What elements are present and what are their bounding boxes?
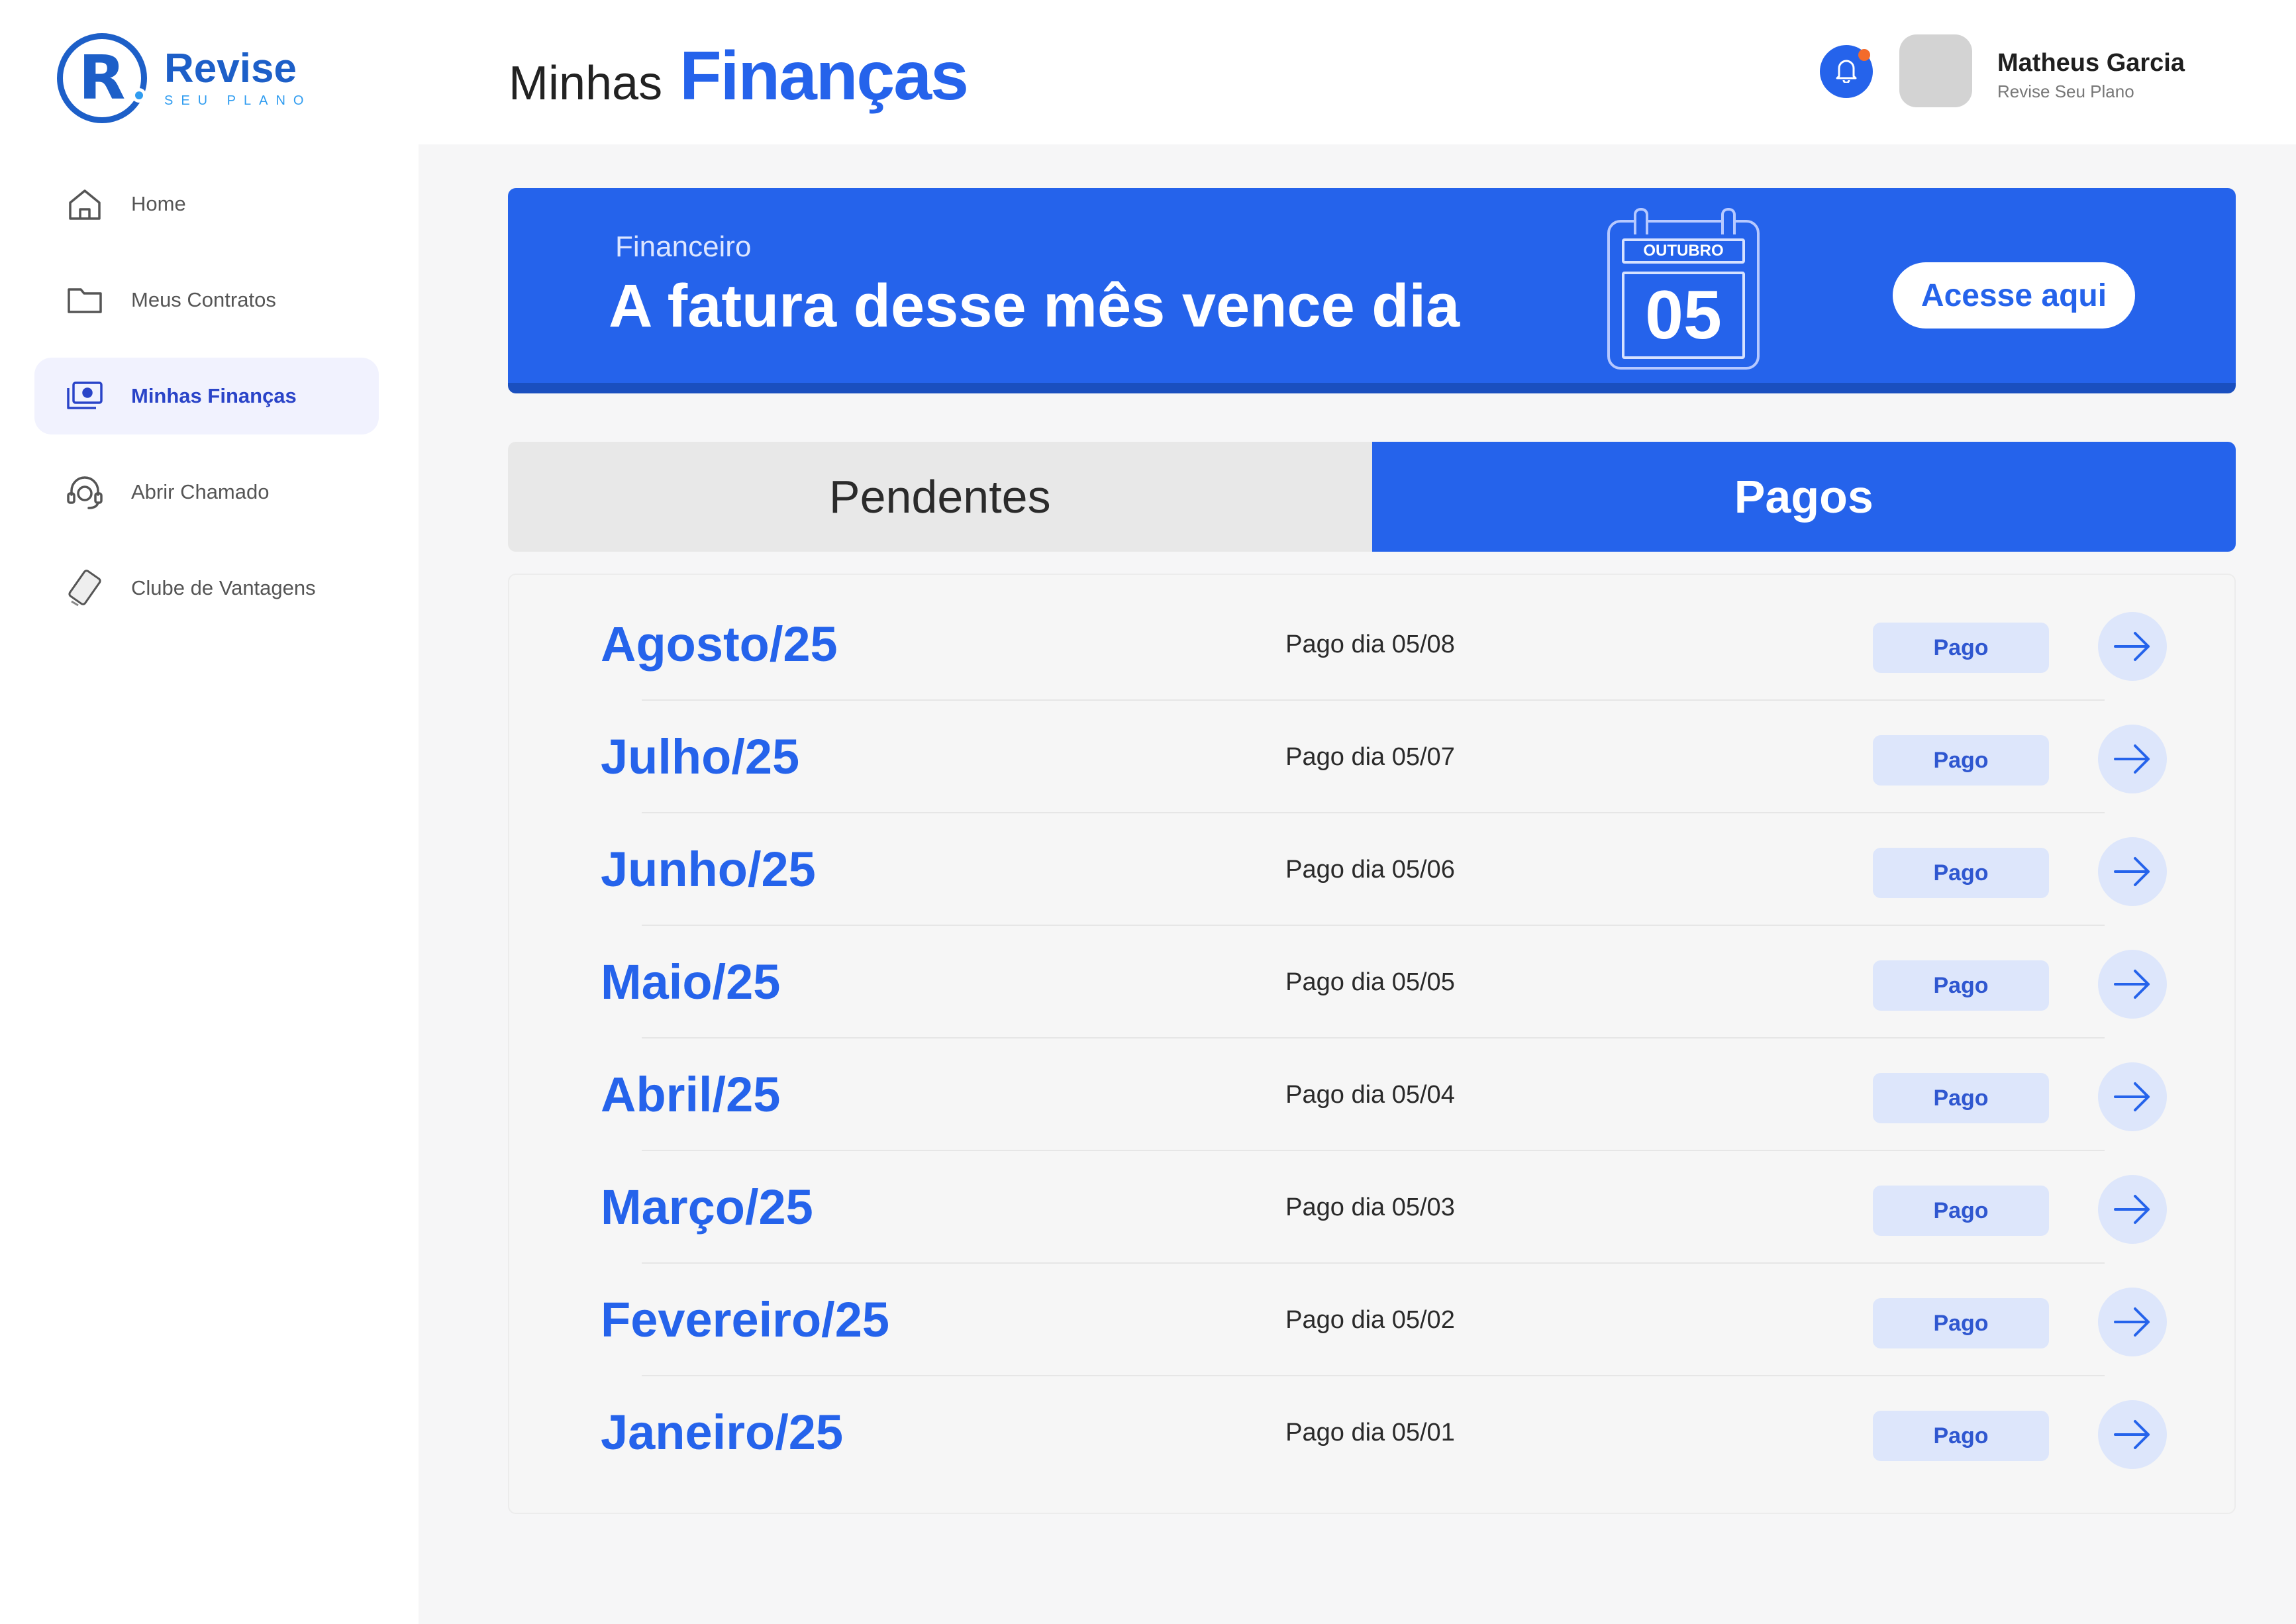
- sidebar: R Revise SEU PLANO Home Meus Contratos M…: [0, 0, 419, 1624]
- sidebar-item-ticket[interactable]: Abrir Chamado: [34, 454, 379, 531]
- avatar[interactable]: [1899, 34, 1972, 107]
- list-item[interactable]: Julho/25 Pago dia 05/07 Pago: [509, 701, 2237, 813]
- payment-month: Março/25: [601, 1180, 813, 1235]
- logo-name: Revise: [164, 45, 297, 91]
- arrow-right-icon: [2114, 857, 2150, 886]
- logo-mark-icon: R: [57, 33, 147, 123]
- list-item[interactable]: Agosto/25 Pago dia 05/08 Pago: [509, 588, 2237, 701]
- arrow-right-icon: [2114, 1195, 2150, 1224]
- user-info[interactable]: Matheus Garcia Revise Seu Plano: [1997, 49, 2185, 102]
- top-header: Minhas Finanças Matheus Garcia Revise Se…: [419, 0, 2296, 144]
- folder-icon: [65, 280, 105, 320]
- open-payment-button[interactable]: [2098, 1175, 2167, 1244]
- calendar-day: 05: [1622, 272, 1745, 359]
- status-badge: Pago: [1873, 1298, 2049, 1348]
- list-item[interactable]: Maio/25 Pago dia 05/05 Pago: [509, 926, 2237, 1039]
- arrow-right-icon: [2114, 744, 2150, 774]
- payment-month: Janeiro/25: [601, 1405, 844, 1460]
- page-title-bold: Finanças: [679, 38, 969, 115]
- payment-month: Agosto/25: [601, 617, 838, 672]
- notification-button[interactable]: [1820, 45, 1873, 98]
- headset-icon: [65, 472, 105, 512]
- payment-date: Pago dia 05/01: [1285, 1419, 1455, 1446]
- calendar-month: OUTUBRO: [1622, 238, 1745, 264]
- arrow-right-icon: [2114, 1082, 2150, 1111]
- open-payment-button[interactable]: [2098, 725, 2167, 793]
- status-badge: Pago: [1873, 1186, 2049, 1236]
- status-badge: Pago: [1873, 623, 2049, 673]
- arrow-right-icon: [2114, 1307, 2150, 1337]
- payment-date: Pago dia 05/02: [1285, 1306, 1455, 1334]
- calendar-icon: OUTUBRO 05: [1607, 208, 1760, 370]
- payment-month: Abril/25: [601, 1067, 781, 1122]
- payment-month: Julho/25: [601, 729, 800, 784]
- arrow-right-icon: [2114, 1420, 2150, 1449]
- page-title-light: Minhas: [509, 57, 663, 110]
- list-item[interactable]: Março/25 Pago dia 05/03 Pago: [509, 1151, 2237, 1264]
- banner-headline: A fatura desse mês vence dia: [609, 272, 1460, 340]
- sidebar-item-label: Home: [131, 192, 186, 215]
- home-icon: [65, 184, 105, 224]
- banner-category: Financeiro: [615, 230, 752, 263]
- sidebar-item-home[interactable]: Home: [34, 166, 379, 242]
- user-subtitle: Revise Seu Plano: [1997, 81, 2134, 101]
- open-payment-button[interactable]: [2098, 837, 2167, 906]
- status-badge: Pago: [1873, 735, 2049, 786]
- notification-badge: [1858, 49, 1870, 61]
- payment-month: Fevereiro/25: [601, 1292, 890, 1347]
- sidebar-item-label: Meus Contratos: [131, 288, 276, 311]
- sidebar-item-contracts[interactable]: Meus Contratos: [34, 262, 379, 338]
- logo-text: Revise SEU PLANO: [164, 48, 311, 109]
- logo-tagline: SEU PLANO: [164, 93, 312, 108]
- logo[interactable]: R Revise SEU PLANO: [57, 33, 311, 123]
- tab-paid[interactable]: Pagos: [1372, 442, 2236, 552]
- payment-month: Junho/25: [601, 842, 816, 897]
- tab-pending[interactable]: Pendentes: [508, 442, 1372, 552]
- money-icon: [65, 376, 105, 416]
- payment-date: Pago dia 05/07: [1285, 743, 1455, 771]
- payment-date: Pago dia 05/06: [1285, 856, 1455, 884]
- sidebar-item-benefits[interactable]: Clube de Vantagens: [34, 550, 379, 627]
- payment-month: Maio/25: [601, 954, 781, 1009]
- sidebar-item-finances[interactable]: Minhas Finanças: [34, 358, 379, 434]
- calendar-ring: [1721, 208, 1736, 234]
- payment-date: Pago dia 05/04: [1285, 1081, 1455, 1109]
- status-badge: Pago: [1873, 1073, 2049, 1123]
- access-button[interactable]: Acesse aqui: [1893, 262, 2135, 329]
- status-tabs: Pendentes Pagos: [508, 442, 2236, 552]
- open-payment-button[interactable]: [2098, 1288, 2167, 1356]
- status-badge: Pago: [1873, 848, 2049, 898]
- list-item[interactable]: Fevereiro/25 Pago dia 05/02 Pago: [509, 1264, 2237, 1376]
- app-root: R Revise SEU PLANO Home Meus Contratos M…: [0, 0, 2296, 1624]
- card-icon: [65, 568, 105, 608]
- sidebar-nav: Home Meus Contratos Minhas Finanças Abri…: [34, 166, 379, 646]
- page-title: Minhas Finanças: [509, 37, 969, 116]
- user-name: Matheus Garcia: [1997, 49, 2185, 77]
- status-badge: Pago: [1873, 1411, 2049, 1461]
- list-item[interactable]: Junho/25 Pago dia 05/06 Pago: [509, 813, 2237, 926]
- payment-date: Pago dia 05/08: [1285, 631, 1455, 658]
- logo-mark-letter: R: [78, 42, 126, 113]
- sidebar-item-label: Minhas Finanças: [131, 384, 297, 407]
- payments-list: Agosto/25 Pago dia 05/08 Pago Julho/25 P…: [508, 574, 2236, 1514]
- list-item[interactable]: Abril/25 Pago dia 05/04 Pago: [509, 1039, 2237, 1151]
- payment-date: Pago dia 05/05: [1285, 968, 1455, 996]
- arrow-right-icon: [2114, 632, 2150, 661]
- open-payment-button[interactable]: [2098, 612, 2167, 681]
- status-badge: Pago: [1873, 960, 2049, 1011]
- list-item[interactable]: Janeiro/25 Pago dia 05/01 Pago: [509, 1376, 2237, 1489]
- open-payment-button[interactable]: [2098, 1062, 2167, 1131]
- payment-date: Pago dia 05/03: [1285, 1193, 1455, 1221]
- bell-icon: [1835, 58, 1858, 86]
- open-payment-button[interactable]: [2098, 950, 2167, 1019]
- sidebar-item-label: Clube de Vantagens: [131, 576, 316, 599]
- invoice-banner: Financeiro A fatura desse mês vence dia …: [508, 188, 2236, 393]
- open-payment-button[interactable]: [2098, 1400, 2167, 1469]
- calendar-ring: [1634, 208, 1648, 234]
- logo-dot: [132, 88, 146, 103]
- arrow-right-icon: [2114, 970, 2150, 999]
- sidebar-item-label: Abrir Chamado: [131, 480, 270, 503]
